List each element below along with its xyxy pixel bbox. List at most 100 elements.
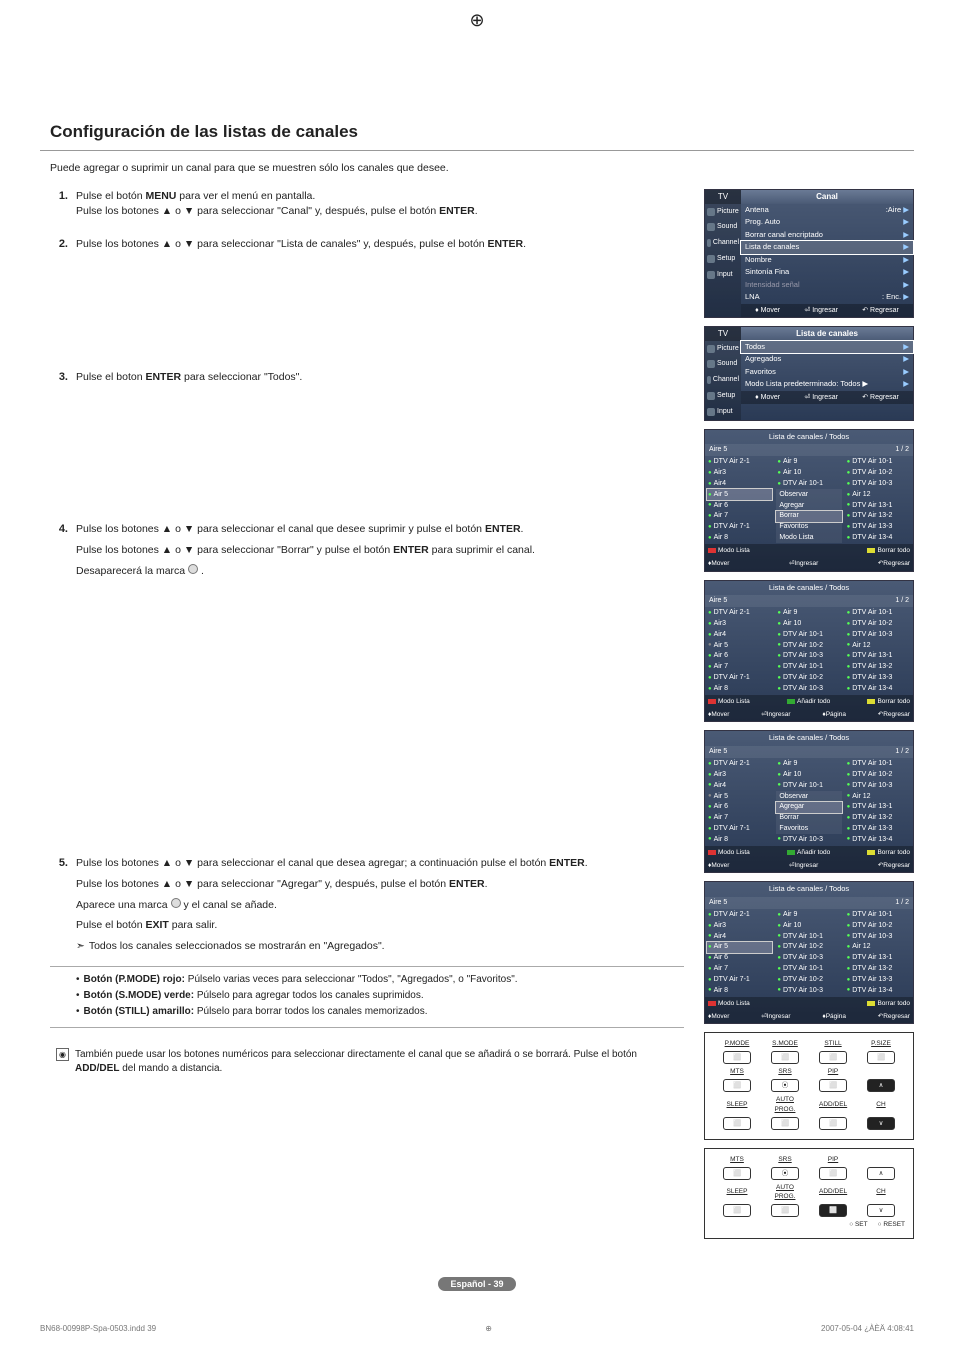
channel-row: ●Air 5 <box>707 640 772 651</box>
popup-item: Borrar <box>776 813 841 824</box>
osd-title: Lista de canales <box>741 327 913 340</box>
mark-icon <box>171 898 181 908</box>
f: Mover <box>761 307 780 314</box>
foot-note-text: También puede usar los botones numéricos… <box>75 1048 654 1076</box>
channel-row: ●DTV Air 10-1 <box>776 931 841 942</box>
channel-row: ●DTV Air 13-3 <box>846 673 911 684</box>
channel-row: ●DTV Air 13-4 <box>846 683 911 694</box>
list-footer: ♦Mover⏎Ingresar↶Regresar <box>705 859 913 872</box>
channel-row: ●DTV Air 13-2 <box>846 662 911 673</box>
mark-icon <box>188 564 198 574</box>
channel-row: ●Air 8 <box>707 985 772 996</box>
f: Regresar <box>870 394 899 401</box>
remote-label: SLEEP <box>723 1100 751 1109</box>
spacer <box>50 596 684 856</box>
channel-row: ●Air 5 <box>707 489 772 500</box>
t: SET <box>855 1221 868 1228</box>
remote-btn: ⦿ <box>771 1079 799 1092</box>
channel-row: ●Air4 <box>707 629 772 640</box>
t: para salir. <box>169 919 217 931</box>
spacer <box>50 270 684 370</box>
remote-label: PIP <box>819 1155 847 1164</box>
channel-row: ●Air4 <box>707 780 772 791</box>
list-title: Lista de canales / Todos <box>705 581 913 596</box>
remote-ch-dn: ∨ <box>867 1117 895 1130</box>
kw-enter: ENTER <box>449 878 485 890</box>
action-bar: Modo ListaAñadir todoBorrar todo <box>705 846 913 859</box>
step-num: 2. <box>50 237 68 258</box>
popup-item: Agregar <box>776 802 841 813</box>
crop-mark-top: ⊕ <box>469 8 484 33</box>
osd-side-item: Setup <box>705 251 741 267</box>
print-footer: BN68-00998P-Spa-0503.indd 39 ⊕ 2007-05-0… <box>40 1323 914 1334</box>
channel-row: ●DTV Air 10-3 <box>846 629 911 640</box>
remote-label: P.MODE <box>723 1039 751 1048</box>
bn-lbl: Botón (S.MODE) verde: <box>84 990 195 1001</box>
channel-row: ●DTV Air 10-1 <box>776 629 841 640</box>
t: Pulse los botones ▲ o ▼ para seleccionar… <box>76 857 549 869</box>
t: Pulse los botones ▲ o ▼ para seleccionar… <box>76 878 449 890</box>
t: Pulse los botones ▲ o ▼ para seleccionar… <box>76 544 393 556</box>
left-column: 1. Pulse el botón MENU para ver el menú … <box>40 189 684 1247</box>
remote-label: AUTO PROG. <box>771 1095 799 1113</box>
channel-row: ●Air 7 <box>707 511 772 522</box>
t: También puede usar los botones numéricos… <box>75 1049 637 1060</box>
remote-btn: ⬜ <box>819 1079 847 1092</box>
osd-item: Borrar canal encriptado ▶ <box>741 229 913 242</box>
remote-label: MTS <box>723 1155 751 1164</box>
bn-txt: Púlselo para agregar todos los canales s… <box>194 990 424 1001</box>
channel-row: ●Air3 <box>707 920 772 931</box>
t: RESET <box>883 1221 905 1228</box>
osd-item: Todos ▶ <box>741 341 913 354</box>
osd-item: Prog. Auto ▶ <box>741 216 913 229</box>
channel-row: ●Air 7 <box>707 813 772 824</box>
remote-label: P.SIZE <box>867 1039 895 1048</box>
channel-row: ●Air3 <box>707 619 772 630</box>
channel-row: ●DTV Air 10-1 <box>776 780 841 791</box>
list-subtitle: Aire 51 / 2 <box>705 444 913 456</box>
list-title: Lista de canales / Todos <box>705 882 913 897</box>
remote-adddel: ⬜ <box>819 1204 847 1217</box>
channel-row: ●DTV Air 13-2 <box>846 964 911 975</box>
channel-list-box: Lista de canales / TodosAire 51 / 2●DTV … <box>704 730 914 873</box>
remote-btn: ⬜ <box>771 1117 799 1130</box>
channel-row: ●DTV Air 10-2 <box>776 673 841 684</box>
channel-row: ●DTV Air 10-3 <box>776 953 841 964</box>
remote-label: SRS <box>771 1155 799 1164</box>
osd-item: Favoritos ▶ <box>741 366 913 379</box>
t: Pulse el botón <box>76 190 145 202</box>
channel-row: ●DTV Air 10-3 <box>776 985 841 996</box>
remote-btn: ⬜ <box>867 1051 895 1064</box>
channel-row: ●Air 10 <box>776 468 841 479</box>
channel-row: ●Air 9 <box>776 457 841 468</box>
remote-icon: ◉ <box>56 1048 69 1061</box>
list-title: Lista de canales / Todos <box>705 430 913 445</box>
remote-label: STILL <box>819 1039 847 1048</box>
channel-row: ●DTV Air 10-3 <box>776 834 841 845</box>
channel-row: ●DTV Air 2-1 <box>707 910 772 921</box>
t: Pulse el botón <box>76 919 145 931</box>
channel-row: ●DTV Air 7-1 <box>707 673 772 684</box>
channel-row: ●Air4 <box>707 931 772 942</box>
channel-row: ●Air 10 <box>776 769 841 780</box>
channel-grid: ●DTV Air 2-1●Air3●Air4●Air 5●Air 6●Air 7… <box>705 758 913 846</box>
popup-item: Favoritos <box>776 522 841 533</box>
t: para ver el menú en pantalla. <box>176 190 315 202</box>
t: Pulse el boton <box>76 371 145 383</box>
remote-btn: ⬜ <box>723 1051 751 1064</box>
page-number: Español - 39 <box>40 1277 914 1292</box>
channel-row: ●Air3 <box>707 468 772 479</box>
channel-row: ●DTV Air 7-1 <box>707 974 772 985</box>
osd-item: Modo Lista predeterminado: Todos ▶ ▶ <box>741 378 913 391</box>
list-subtitle: Aire 51 / 2 <box>705 595 913 607</box>
t: Todos los canales seleccionados se mostr… <box>89 939 385 954</box>
kw-adddel: ADD/DEL <box>75 1063 119 1074</box>
channel-row: ●DTV Air 10-3 <box>776 651 841 662</box>
channel-row: ●Air3 <box>707 769 772 780</box>
channel-row: ●DTV Air 10-2 <box>846 468 911 479</box>
popup-item: Favoritos <box>776 823 841 834</box>
kw-enter: ENTER <box>393 544 429 556</box>
osd-item: Antena:Aire ▶ <box>741 204 913 217</box>
f: Regresar <box>870 307 899 314</box>
t: para suprimir el canal. <box>429 544 535 556</box>
